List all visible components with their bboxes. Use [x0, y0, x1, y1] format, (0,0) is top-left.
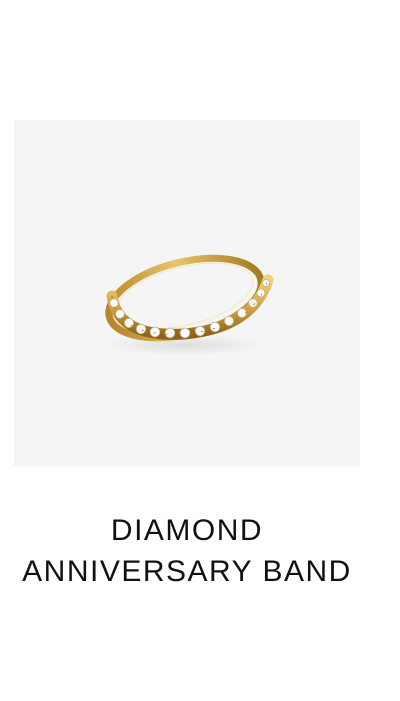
ring-icon: [104, 254, 274, 355]
product-title-line-2: ANNIVERSARY BAND: [22, 555, 352, 588]
product-image-link[interactable]: [14, 120, 360, 466]
product-title[interactable]: DIAMOND ANNIVERSARY BAND: [14, 510, 360, 592]
product-title-line-1: DIAMOND: [110, 514, 264, 547]
product-card[interactable]: DIAMOND ANNIVERSARY BAND: [0, 0, 400, 701]
